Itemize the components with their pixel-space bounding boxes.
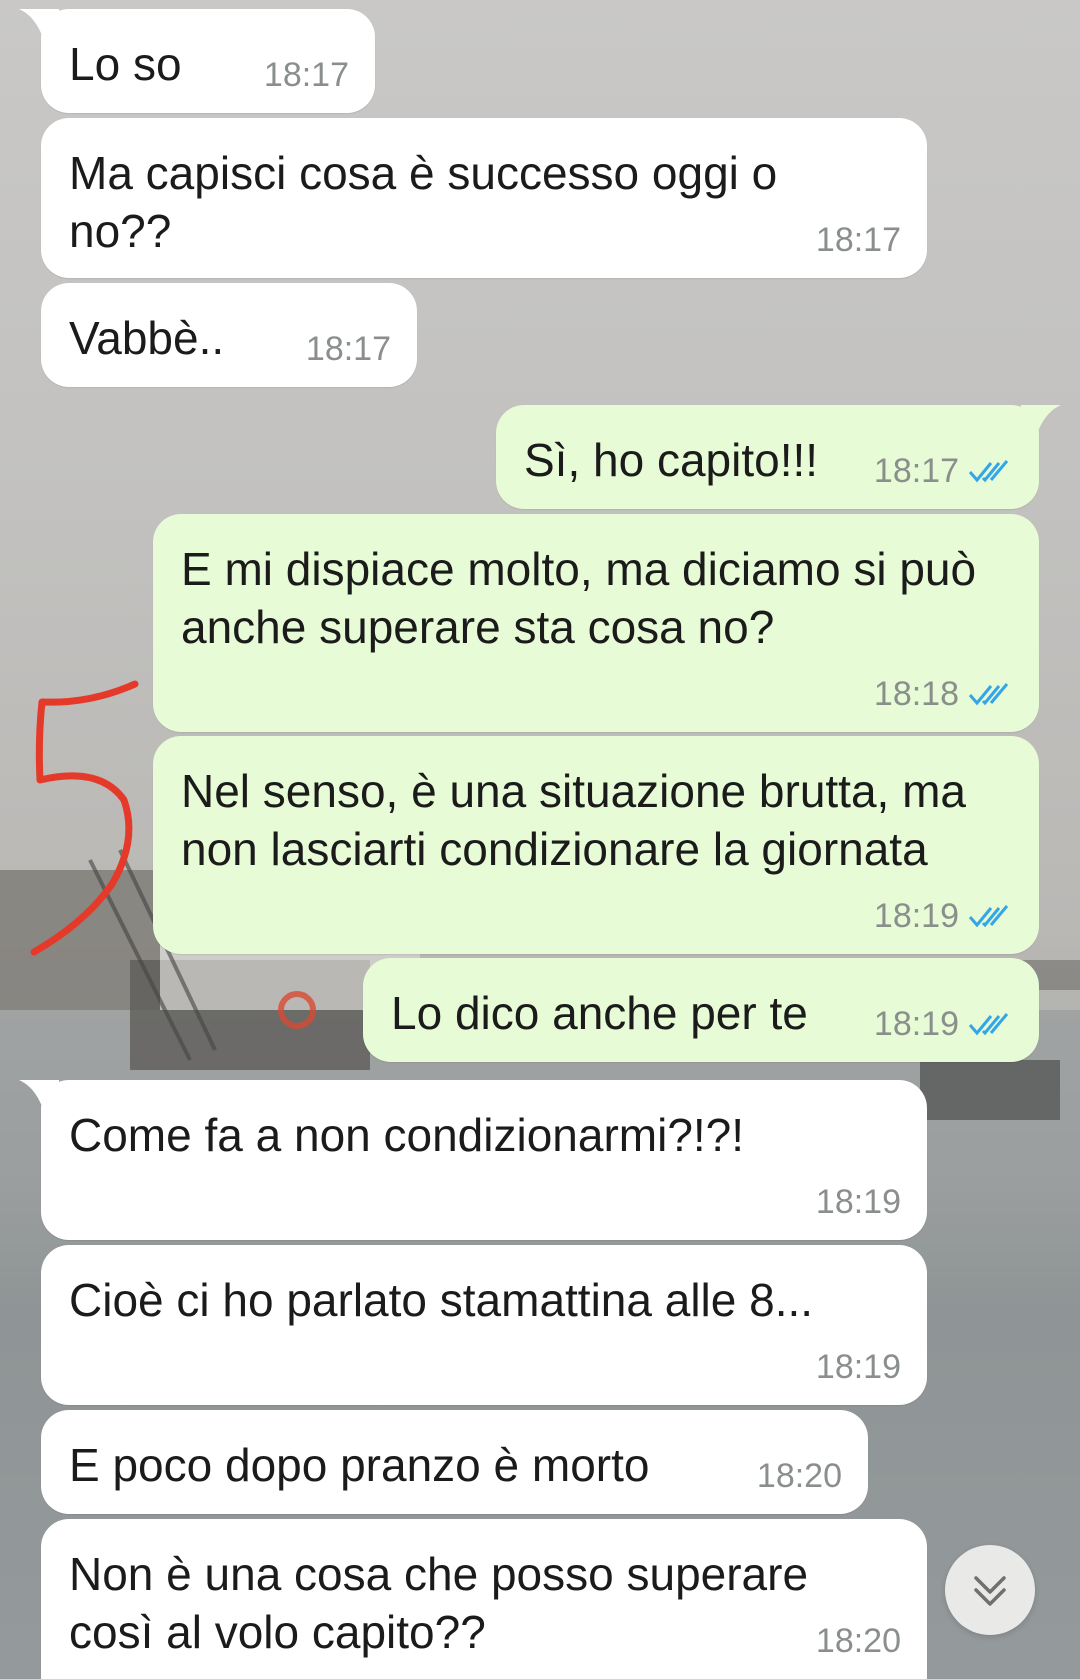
message-time: 18:17 xyxy=(873,452,959,490)
message-bubble-outgoing[interactable]: Nel senso, è una situazione brutta, ma n… xyxy=(153,736,1039,954)
read-ticks-icon xyxy=(968,904,1009,927)
message-bubble-incoming[interactable]: Cioè ci ho parlato stamattina alle 8... … xyxy=(41,1245,927,1405)
message-time: 18:17 xyxy=(263,56,349,94)
message-bubble-outgoing[interactable]: Sì, ho capito!!! 18:17 xyxy=(496,405,1061,509)
message-time: 18:20 xyxy=(756,1457,842,1495)
message-text: Come fa a non condizionarmi?!?! xyxy=(69,1109,745,1161)
message-bubble-incoming[interactable]: E poco dopo pranzo è morto 18:20 xyxy=(41,1410,868,1514)
message-bubble-outgoing[interactable]: Lo dico anche per te 18:19 xyxy=(363,958,1039,1062)
message-time: 18:19 xyxy=(873,897,959,935)
double-chevron-down-icon xyxy=(974,1576,1006,1606)
message-time: 18:19 xyxy=(815,1348,901,1386)
hand-drawn-number-annotation: 5 xyxy=(30,680,139,956)
message-time: 18:19 xyxy=(815,1183,901,1221)
message-text: E mi dispiace molto, ma diciamo si può a… xyxy=(181,543,977,653)
message-bubble-incoming[interactable]: Vabbè.. 18:17 xyxy=(41,283,417,387)
message-text: Cioè ci ho parlato stamattina alle 8... xyxy=(69,1274,814,1326)
message-bubble-incoming[interactable]: Ma capisci cosa è successo oggi o no?? 1… xyxy=(41,118,927,278)
message-text: Ma capisci cosa è successo oggi o no?? xyxy=(69,147,778,257)
read-ticks-icon xyxy=(968,459,1009,482)
message-bubble-incoming[interactable]: Come fa a non condizionarmi?!?! 18:19 xyxy=(19,1080,927,1240)
message-text: Non è una cosa che posso superare così a… xyxy=(69,1548,809,1658)
read-ticks-icon xyxy=(968,682,1009,705)
scroll-to-bottom-button[interactable] xyxy=(945,1545,1035,1635)
message-bubble-incoming[interactable]: Lo so 18:17 xyxy=(19,9,375,113)
message-time: 18:18 xyxy=(873,675,959,713)
message-time: 18:17 xyxy=(305,330,391,368)
message-text: Nel senso, è una situazione brutta, ma n… xyxy=(181,765,967,875)
message-time: 18:19 xyxy=(873,1005,959,1043)
read-ticks-icon xyxy=(968,1012,1009,1035)
message-time: 18:17 xyxy=(815,221,901,259)
message-bubble-outgoing[interactable]: E mi dispiace molto, ma diciamo si può a… xyxy=(153,514,1039,732)
message-bubble-incoming[interactable]: Non è una cosa che posso superare così a… xyxy=(41,1519,927,1679)
message-time: 18:20 xyxy=(815,1622,901,1660)
message-text: E poco dopo pranzo è morto xyxy=(69,1439,650,1491)
